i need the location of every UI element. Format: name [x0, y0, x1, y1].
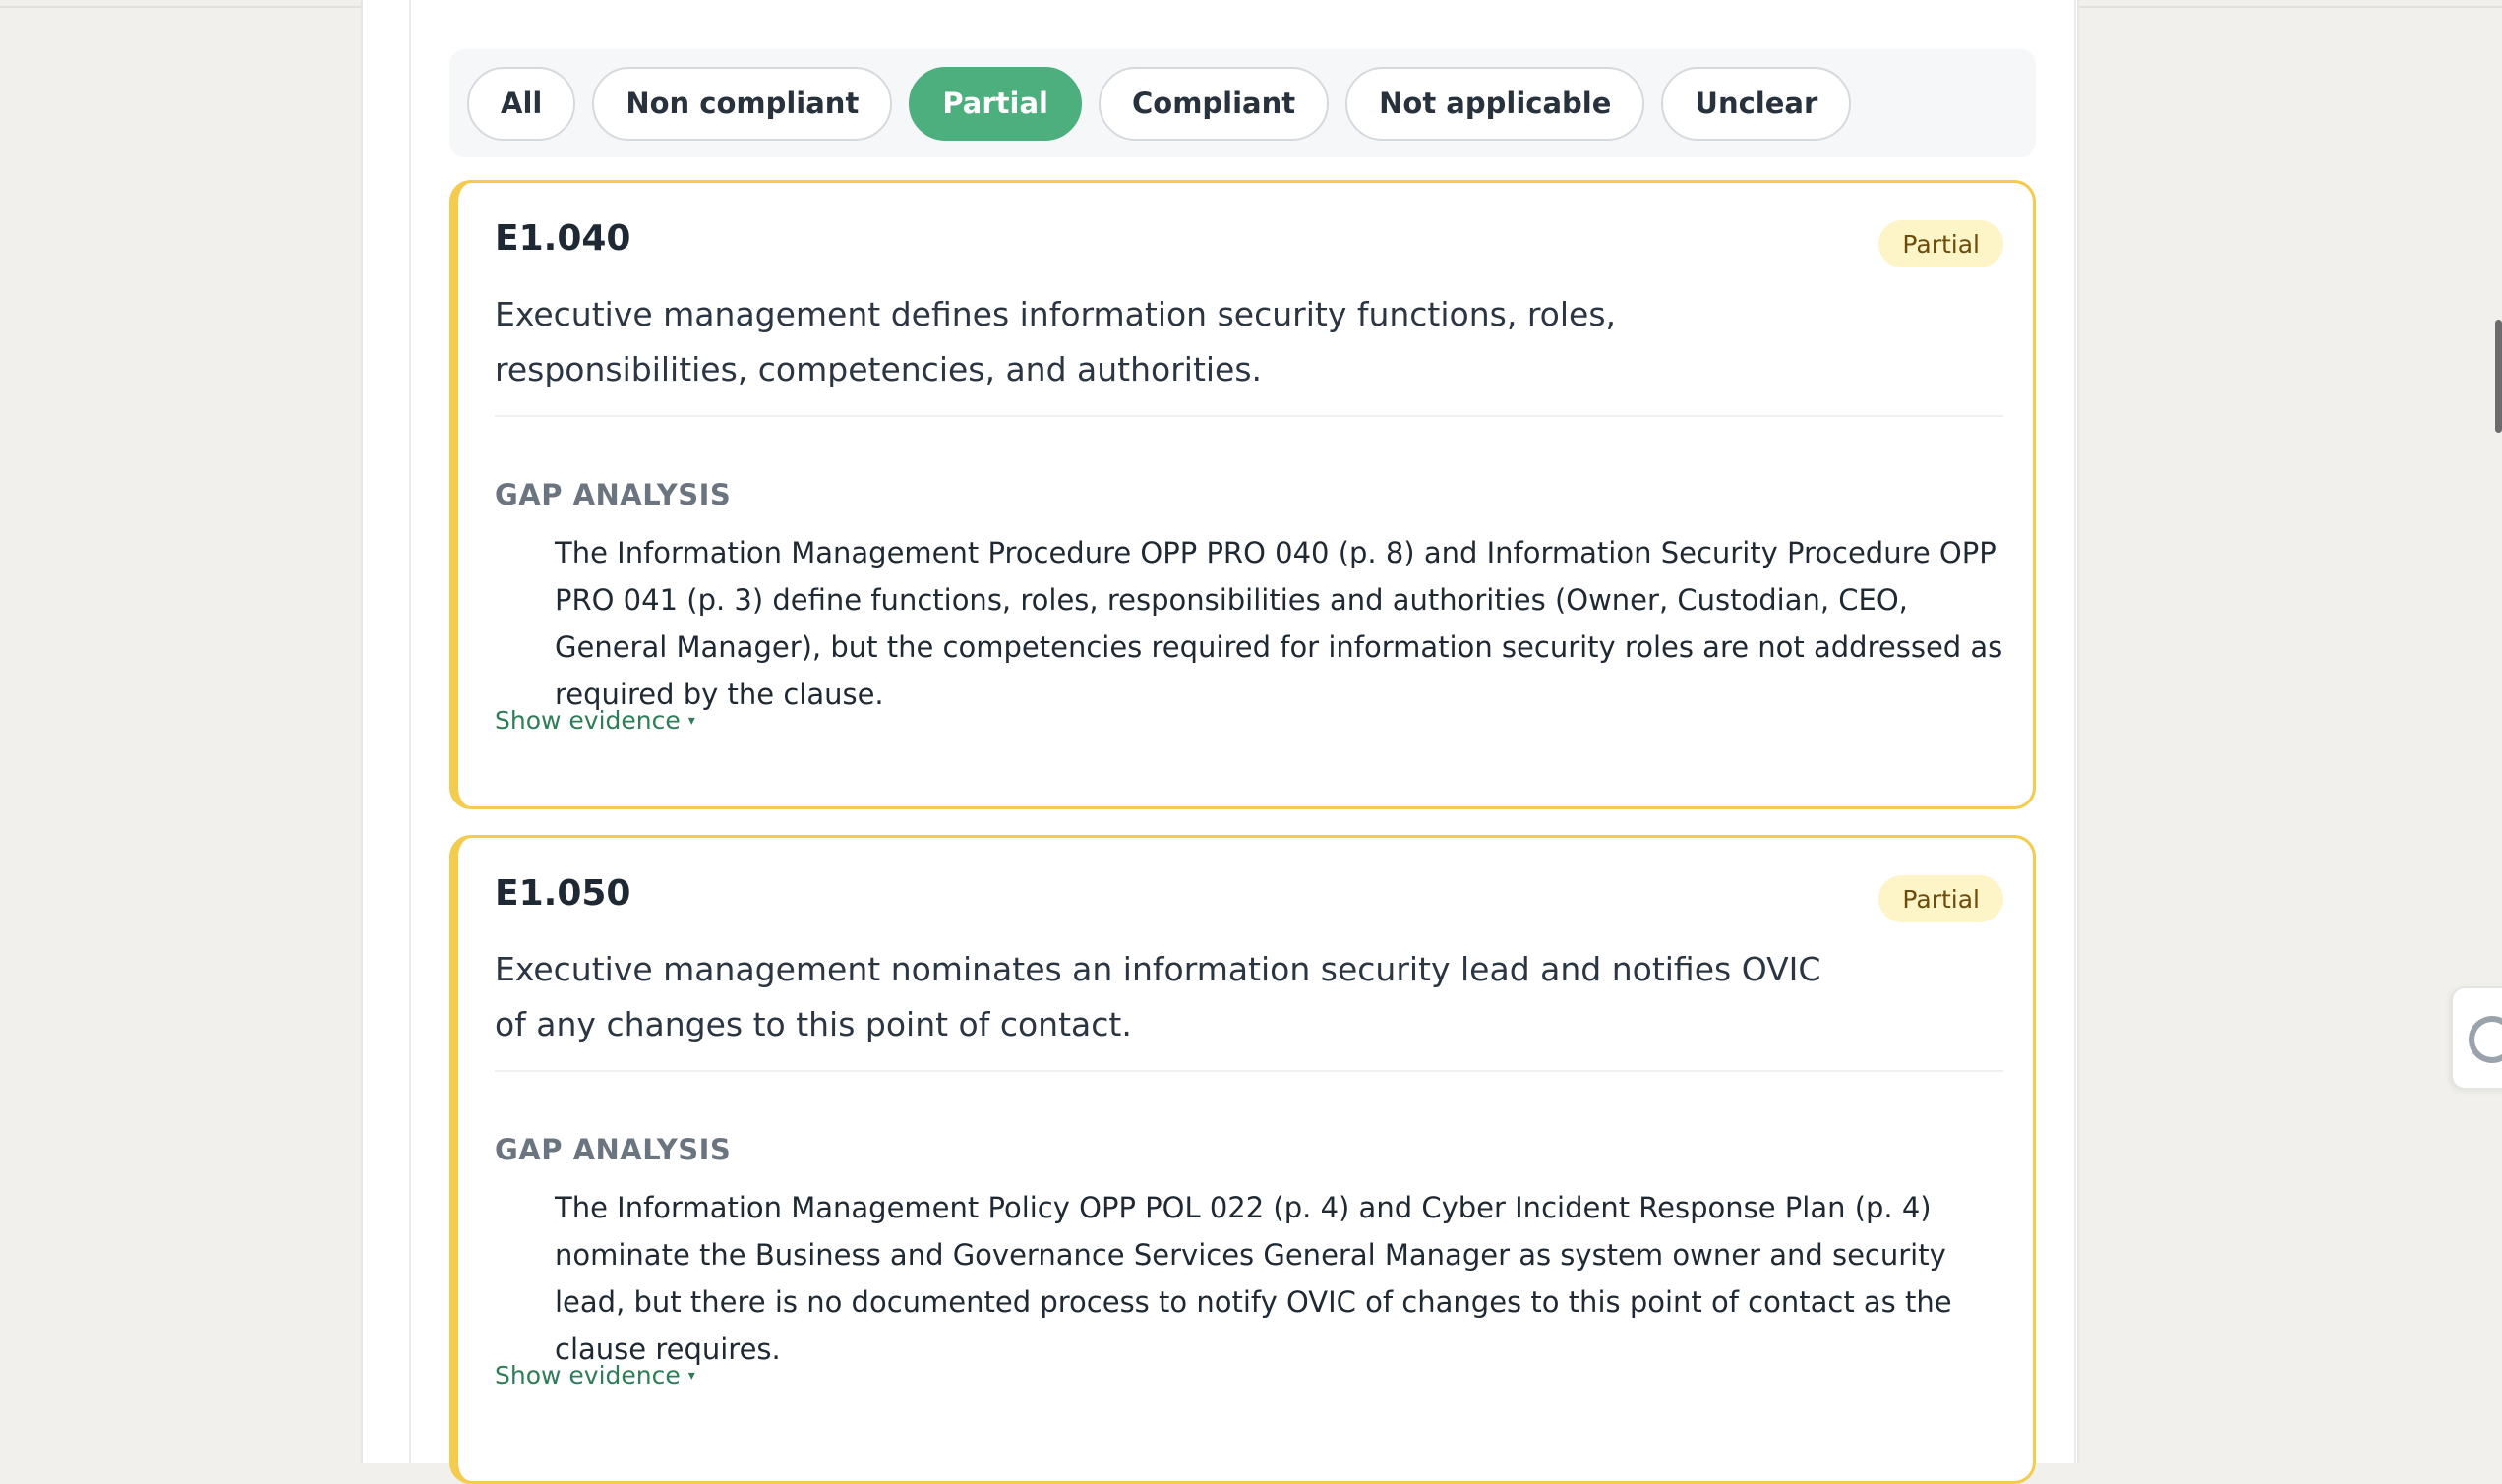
- requirement-id: E1.040: [495, 218, 631, 259]
- status-badge: Partial: [1878, 220, 2003, 267]
- filter-chip-partial[interactable]: Partial: [909, 66, 1082, 141]
- side-panel-tab[interactable]: [2451, 986, 2502, 1090]
- caret-down-icon: ▾: [687, 712, 695, 729]
- filter-chip-unclear[interactable]: Unclear: [1661, 66, 1852, 141]
- filter-chip-non-compliant[interactable]: Non compliant: [592, 66, 893, 141]
- caret-down-icon: ▾: [687, 1367, 695, 1384]
- requirement-card: E1.050 Partial Executive management nomi…: [449, 835, 2036, 1484]
- scrollbar-thumb[interactable]: [2495, 320, 2502, 433]
- content-divider-right: [2074, 0, 2076, 1463]
- status-badge: Partial: [1878, 875, 2003, 922]
- show-evidence-toggle[interactable]: Show evidence ▾: [495, 1361, 695, 1390]
- requirement-description: Executive management nominates an inform…: [495, 950, 1821, 1043]
- filter-chip-not-applicable[interactable]: Not applicable: [1345, 66, 1645, 141]
- gap-analysis-heading: GAP ANALYSIS: [495, 1133, 732, 1166]
- filter-chip-all[interactable]: All: [467, 66, 576, 141]
- card-divider: [495, 415, 2003, 417]
- gap-analysis-text: The Information Management Policy OPP PO…: [555, 1191, 1952, 1366]
- show-evidence-label: Show evidence: [495, 1361, 681, 1390]
- page: All Non compliant Partial Compliant Not …: [0, 0, 2502, 1484]
- filter-chip-compliant[interactable]: Compliant: [1098, 66, 1330, 141]
- card-divider: [495, 1070, 2003, 1072]
- requirement-description: Executive management defines information…: [495, 295, 1616, 388]
- show-evidence-toggle[interactable]: Show evidence ▾: [495, 706, 695, 735]
- collapse-icon: [2469, 1016, 2502, 1063]
- content-divider-left: [409, 0, 411, 1463]
- show-evidence-label: Show evidence: [495, 706, 681, 735]
- status-filter-bar: All Non compliant Partial Compliant Not …: [449, 49, 2036, 157]
- gap-analysis-heading: GAP ANALYSIS: [495, 478, 732, 511]
- requirement-id: E1.050: [495, 873, 631, 914]
- gap-analysis-text: The Information Management Procedure OPP…: [555, 536, 2003, 711]
- requirement-card: E1.040 Partial Executive management defi…: [449, 180, 2036, 809]
